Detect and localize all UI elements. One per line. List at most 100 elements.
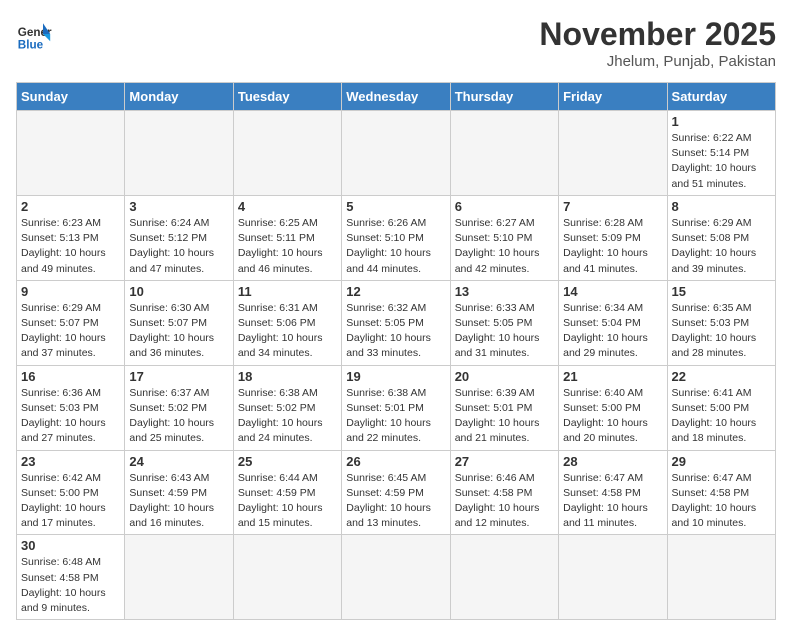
day-number: 27 <box>455 454 554 469</box>
weekday-header: Wednesday <box>342 83 450 111</box>
day-number: 24 <box>129 454 228 469</box>
day-info: Sunrise: 6:24 AM Sunset: 5:12 PM Dayligh… <box>129 216 228 277</box>
calendar-cell <box>450 535 558 620</box>
weekday-header: Tuesday <box>233 83 341 111</box>
calendar-cell: 7Sunrise: 6:28 AM Sunset: 5:09 PM Daylig… <box>559 195 667 280</box>
calendar-cell: 16 Sunrise: 6:36 AM Sunset: 5:03 PM Dayli… <box>17 365 125 450</box>
day-number: 2 <box>21 199 120 214</box>
day-info: Sunrise: 6:27 AM Sunset: 5:10 PM Dayligh… <box>455 216 554 277</box>
calendar-cell: 12 Sunrise: 6:32 AM Sunset: 5:05 PM Dayli… <box>342 280 450 365</box>
day-number: 15 <box>672 284 771 299</box>
day-info: Sunrise: 6:37 AM Sunset: 5:02 PM Dayligh… <box>129 386 228 447</box>
calendar-cell <box>125 535 233 620</box>
calendar-cell: 29 Sunrise: 6:47 AM Sunset: 4:58 PM Dayli… <box>667 450 775 535</box>
calendar-cell <box>559 111 667 196</box>
day-info: Sunrise: 6:35 AM Sunset: 5:03 PM Dayligh… <box>672 301 771 362</box>
calendar-cell: 6 Sunrise: 6:27 AM Sunset: 5:10 PM Daylig… <box>450 195 558 280</box>
calendar-cell: 28 Sunrise: 6:47 AM Sunset: 4:58 PM Dayli… <box>559 450 667 535</box>
day-info: Sunrise: 6:29 AM Sunset: 5:08 PM Dayligh… <box>672 216 771 277</box>
weekday-header-row: SundayMondayTuesdayWednesdayThursdayFrid… <box>17 83 776 111</box>
calendar-cell: 25Sunrise: 6:44 AM Sunset: 4:59 PM Dayli… <box>233 450 341 535</box>
calendar-cell: 13Sunrise: 6:33 AM Sunset: 5:05 PM Dayli… <box>450 280 558 365</box>
calendar-row: 30 Sunrise: 6:48 AM Sunset: 4:58 PM Dayli… <box>17 535 776 620</box>
calendar-cell <box>342 111 450 196</box>
page-header: General Blue November 2025 Jhelum, Punja… <box>16 16 776 70</box>
calendar-row: 23 Sunrise: 6:42 AM Sunset: 5:00 PM Dayli… <box>17 450 776 535</box>
title-block: November 2025 Jhelum, Punjab, Pakistan <box>539 16 776 70</box>
day-number: 29 <box>672 454 771 469</box>
day-number: 30 <box>21 538 120 553</box>
calendar-cell: 20Sunrise: 6:39 AM Sunset: 5:01 PM Dayli… <box>450 365 558 450</box>
month-year: November 2025 <box>539 16 776 53</box>
location: Jhelum, Punjab, Pakistan <box>539 53 776 70</box>
day-number: 12 <box>346 284 445 299</box>
day-number: 6 <box>455 199 554 214</box>
logo: General Blue <box>16 16 52 52</box>
day-number: 16 <box>21 369 120 384</box>
day-info: Sunrise: 6:34 AM Sunset: 5:04 PM Dayligh… <box>563 301 662 362</box>
calendar-cell: 17 Sunrise: 6:37 AM Sunset: 5:02 PM Dayli… <box>125 365 233 450</box>
day-info: Sunrise: 6:38 AM Sunset: 5:01 PM Dayligh… <box>346 386 445 447</box>
calendar-cell: 8 Sunrise: 6:29 AM Sunset: 5:08 PM Daylig… <box>667 195 775 280</box>
calendar-cell: 11Sunrise: 6:31 AM Sunset: 5:06 PM Dayli… <box>233 280 341 365</box>
calendar-row: 9Sunrise: 6:29 AM Sunset: 5:07 PM Daylig… <box>17 280 776 365</box>
day-number: 28 <box>563 454 662 469</box>
calendar-cell <box>667 535 775 620</box>
calendar-cell: 22 Sunrise: 6:41 AM Sunset: 5:00 PM Dayli… <box>667 365 775 450</box>
day-info: Sunrise: 6:40 AM Sunset: 5:00 PM Dayligh… <box>563 386 662 447</box>
day-info: Sunrise: 6:43 AM Sunset: 4:59 PM Dayligh… <box>129 471 228 532</box>
day-info: Sunrise: 6:33 AM Sunset: 5:05 PM Dayligh… <box>455 301 554 362</box>
day-info: Sunrise: 6:44 AM Sunset: 4:59 PM Dayligh… <box>238 471 337 532</box>
calendar-cell: 21 Sunrise: 6:40 AM Sunset: 5:00 PM Dayli… <box>559 365 667 450</box>
calendar-row: 16 Sunrise: 6:36 AM Sunset: 5:03 PM Dayli… <box>17 365 776 450</box>
calendar-cell: 3 Sunrise: 6:24 AM Sunset: 5:12 PM Daylig… <box>125 195 233 280</box>
day-info: Sunrise: 6:47 AM Sunset: 4:58 PM Dayligh… <box>563 471 662 532</box>
day-info: Sunrise: 6:26 AM Sunset: 5:10 PM Dayligh… <box>346 216 445 277</box>
day-number: 4 <box>238 199 337 214</box>
calendar-cell: 18Sunrise: 6:38 AM Sunset: 5:02 PM Dayli… <box>233 365 341 450</box>
calendar-cell <box>125 111 233 196</box>
day-number: 19 <box>346 369 445 384</box>
day-info: Sunrise: 6:45 AM Sunset: 4:59 PM Dayligh… <box>346 471 445 532</box>
logo-icon: General Blue <box>16 16 52 52</box>
day-number: 23 <box>21 454 120 469</box>
day-number: 20 <box>455 369 554 384</box>
calendar-cell: 14 Sunrise: 6:34 AM Sunset: 5:04 PM Dayli… <box>559 280 667 365</box>
day-number: 3 <box>129 199 228 214</box>
day-number: 11 <box>238 284 337 299</box>
day-info: Sunrise: 6:41 AM Sunset: 5:00 PM Dayligh… <box>672 386 771 447</box>
day-info: Sunrise: 6:38 AM Sunset: 5:02 PM Dayligh… <box>238 386 337 447</box>
day-info: Sunrise: 6:22 AM Sunset: 5:14 PM Dayligh… <box>672 131 771 192</box>
svg-text:Blue: Blue <box>18 38 44 51</box>
day-number: 21 <box>563 369 662 384</box>
calendar-cell <box>559 535 667 620</box>
weekday-header: Monday <box>125 83 233 111</box>
calendar-table: SundayMondayTuesdayWednesdayThursdayFrid… <box>16 82 776 620</box>
calendar-cell: 15 Sunrise: 6:35 AM Sunset: 5:03 PM Dayli… <box>667 280 775 365</box>
day-info: Sunrise: 6:42 AM Sunset: 5:00 PM Dayligh… <box>21 471 120 532</box>
calendar-cell: 4 Sunrise: 6:25 AM Sunset: 5:11 PM Daylig… <box>233 195 341 280</box>
day-number: 8 <box>672 199 771 214</box>
weekday-header: Saturday <box>667 83 775 111</box>
day-number: 7 <box>563 199 662 214</box>
weekday-header: Sunday <box>17 83 125 111</box>
day-number: 14 <box>563 284 662 299</box>
calendar-cell <box>450 111 558 196</box>
calendar-cell: 5Sunrise: 6:26 AM Sunset: 5:10 PM Daylig… <box>342 195 450 280</box>
calendar-cell: 24 Sunrise: 6:43 AM Sunset: 4:59 PM Dayli… <box>125 450 233 535</box>
day-number: 9 <box>21 284 120 299</box>
day-info: Sunrise: 6:48 AM Sunset: 4:58 PM Dayligh… <box>21 555 120 616</box>
day-info: Sunrise: 6:46 AM Sunset: 4:58 PM Dayligh… <box>455 471 554 532</box>
calendar-cell: 19 Sunrise: 6:38 AM Sunset: 5:01 PM Dayli… <box>342 365 450 450</box>
day-info: Sunrise: 6:32 AM Sunset: 5:05 PM Dayligh… <box>346 301 445 362</box>
calendar-cell: 9Sunrise: 6:29 AM Sunset: 5:07 PM Daylig… <box>17 280 125 365</box>
day-info: Sunrise: 6:36 AM Sunset: 5:03 PM Dayligh… <box>21 386 120 447</box>
day-info: Sunrise: 6:23 AM Sunset: 5:13 PM Dayligh… <box>21 216 120 277</box>
day-number: 26 <box>346 454 445 469</box>
weekday-header: Friday <box>559 83 667 111</box>
day-info: Sunrise: 6:47 AM Sunset: 4:58 PM Dayligh… <box>672 471 771 532</box>
day-number: 22 <box>672 369 771 384</box>
calendar-cell: 30 Sunrise: 6:48 AM Sunset: 4:58 PM Dayli… <box>17 535 125 620</box>
day-number: 17 <box>129 369 228 384</box>
day-info: Sunrise: 6:25 AM Sunset: 5:11 PM Dayligh… <box>238 216 337 277</box>
